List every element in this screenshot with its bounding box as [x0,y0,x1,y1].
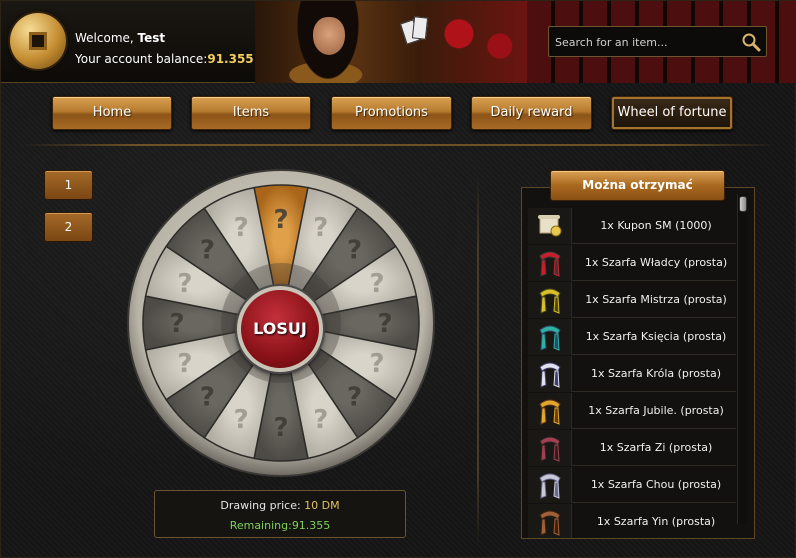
drawing-price: Drawing price: 10 DM [220,499,340,512]
reward-row: 1x Szarfa Mistrza (prosta) [528,282,736,318]
reward-label: 1x Szarfa Chou (prosta) [590,478,722,491]
yellow-sash-icon [528,282,572,318]
logo-coin-icon [10,13,66,69]
nav-daily-reward-button[interactable]: Daily reward [471,96,592,130]
drawing-price-box: Drawing price: 10 DM Remaining:91.355 [154,490,406,538]
mystery-slot-icon: ? [273,413,288,443]
scrollbar-thumb[interactable] [739,196,747,212]
drawing-price-amount: 10 DM [304,499,340,512]
username: Test [137,31,166,45]
reward-row: 1x Szarfa Króla (prosta) [528,356,736,392]
red-sash-icon [528,245,572,281]
reward-label: 1x Szarfa Króla (prosta) [590,367,721,380]
content-divider [477,176,479,546]
gold-sash-icon [528,393,572,429]
rewards-panel: 1x Kupon SM (1000) 1x Szarfa Władcy (pros… [521,187,755,539]
nav-wheel-of-fortune-button[interactable]: Wheel of fortune [611,96,733,130]
reward-row: 1x Szarfa Księcia (prosta) [528,319,736,355]
search-input[interactable] [555,33,735,51]
search-icon[interactable] [741,32,761,52]
mystery-slot-icon: ? [313,405,328,435]
reward-label: 1x Szarfa Yin (prosta) [596,515,716,528]
silver-sash-icon [528,467,572,503]
striped-sash-icon [528,356,572,392]
reward-label: 1x Szarfa Księcia (prosta) [585,330,727,343]
reward-row: 1x Szarfa Zi (prosta) [528,430,736,466]
dark-sash-icon [528,430,572,466]
reward-row: 1x Szarfa Chou (prosta) [528,467,736,503]
reward-label: 1x Szarfa Jubile. (prosta) [588,404,724,417]
mystery-slot-icon: ? [200,235,215,265]
mystery-slot-icon: ? [347,383,362,413]
mystery-slot-icon: ? [169,309,184,339]
rewards-title: Można otrzymać [550,170,725,201]
mystery-slot-icon: ? [347,235,362,265]
mystery-slot-icon: ? [370,349,385,379]
reward-row: 1x Kupon SM (1000) [528,208,736,244]
reward-row: 1x Szarfa Władcy (prosta) [528,245,736,281]
header-banner-image [255,1,527,83]
nav-divider [21,144,777,146]
brown-sash-icon [528,504,572,538]
reward-label: 1x Szarfa Zi (prosta) [599,441,713,454]
mystery-slot-icon: ? [370,269,385,299]
rewards-list: 1x Kupon SM (1000) 1x Szarfa Władcy (pros… [528,208,736,538]
mystery-slot-icon: ? [177,349,192,379]
mystery-slot-icon: ? [234,405,249,435]
account-balance: Your account balance:91.355 [75,52,254,66]
nav-promotions-button[interactable]: Promotions [331,96,452,130]
mystery-slot-icon: ? [313,213,328,243]
nav-home-button[interactable]: Home [52,96,172,130]
mystery-slot-icon: ? [273,205,288,235]
balance-value: 91.355 [207,52,254,66]
mystery-slot-icon: ? [177,269,192,299]
reward-label: 1x Szarfa Mistrza (prosta) [585,293,727,306]
reward-label: 1x Szarfa Władcy (prosta) [584,256,728,269]
rewards-scrollbar[interactable] [737,194,747,524]
mystery-slot-icon: ? [377,309,392,339]
mystery-slot-icon: ? [234,213,249,243]
welcome-text: Welcome, Test [75,31,166,45]
nav-items-button[interactable]: Items [191,96,311,130]
teal-sash-icon [528,319,572,355]
reward-row: 1x Szarfa Yin (prosta) [528,504,736,538]
reward-row: 1x Szarfa Jubile. (prosta) [528,393,736,429]
page-1-button[interactable]: 1 [44,170,93,200]
reward-label: 1x Kupon SM (1000) [600,219,712,232]
page-2-button[interactable]: 2 [44,212,93,242]
mystery-slot-icon: ? [200,383,215,413]
coupon-scroll-icon [528,208,572,244]
spin-button[interactable]: LOSUJ [237,286,323,372]
remaining-balance: Remaining:91.355 [229,519,331,532]
search-box [548,26,767,57]
